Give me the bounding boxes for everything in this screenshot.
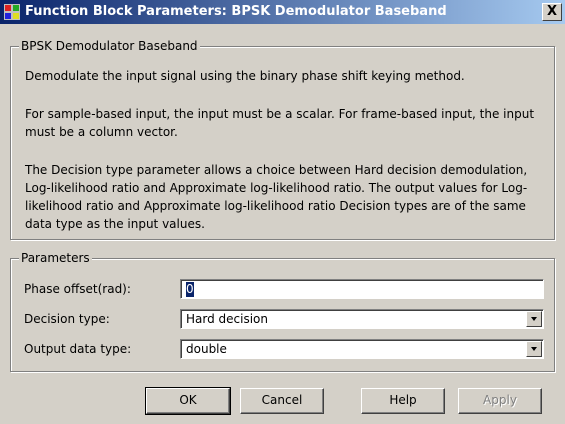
chevron-down-icon[interactable] [526, 341, 542, 357]
description-group-title: BPSK Demodulator Baseband [19, 39, 200, 53]
decision-type-label: Decision type: [24, 312, 110, 326]
phase-offset-label: Phase offset(rad): [24, 282, 131, 296]
description-paragraph: The Decision type parameter allows a cho… [25, 163, 528, 231]
output-data-type-value: double [186, 342, 227, 356]
window-title: Function Block Parameters: BPSK Demodula… [25, 4, 447, 19]
phase-offset-input[interactable]: 0 [180, 279, 544, 299]
simulink-app-icon [4, 4, 20, 20]
title-bar: Function Block Parameters: BPSK Demodula… [0, 0, 565, 24]
decision-type-dropdown[interactable]: Hard decision [180, 309, 544, 329]
ok-button[interactable]: OK [145, 387, 231, 415]
description-paragraph: For sample-based input, the input must b… [25, 107, 535, 139]
chevron-down-icon[interactable] [526, 311, 542, 327]
output-data-type-dropdown[interactable]: double [180, 339, 544, 359]
phase-offset-value: 0 [186, 282, 194, 297]
output-data-type-label: Output data type: [24, 342, 132, 356]
cancel-button[interactable]: Cancel [240, 388, 324, 414]
close-button[interactable]: X [542, 3, 562, 21]
help-button[interactable]: Help [361, 388, 445, 414]
decision-type-value: Hard decision [186, 312, 268, 326]
description-paragraph: Demodulate the input signal using the bi… [25, 69, 465, 83]
apply-button[interactable]: Apply [458, 388, 542, 414]
parameters-group-title: Parameters [19, 251, 92, 265]
description-group: BPSK Demodulator Baseband Demodulate the… [10, 39, 555, 240]
